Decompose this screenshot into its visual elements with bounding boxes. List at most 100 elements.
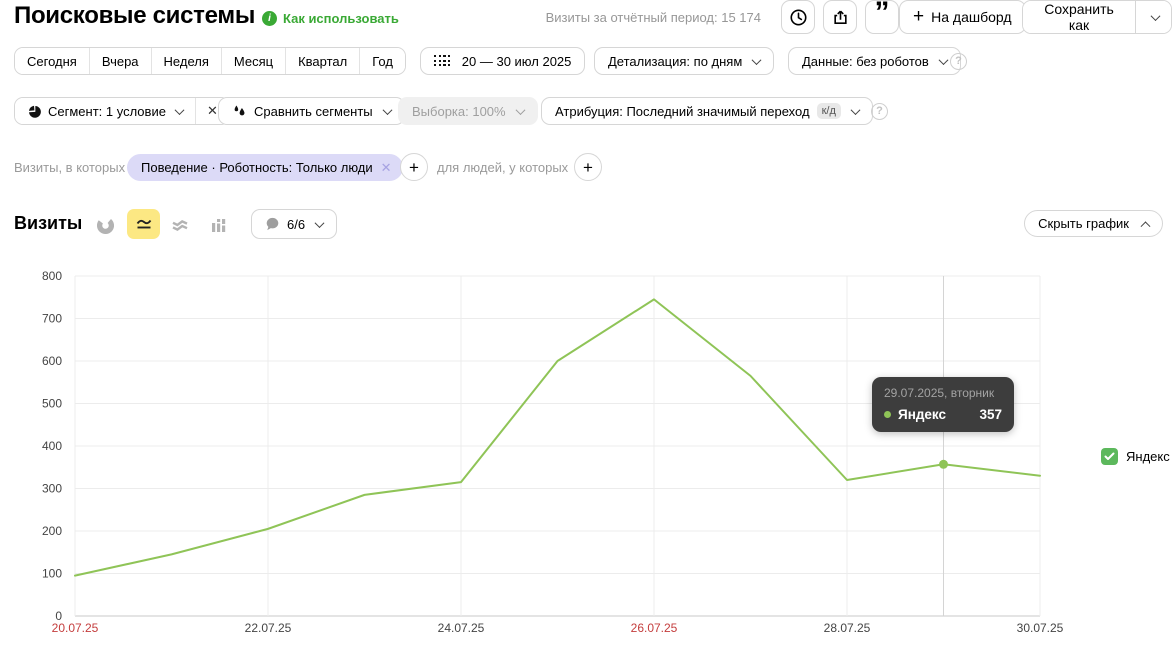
chevron-down-icon	[382, 104, 393, 115]
checkbox-checked-icon[interactable]	[1101, 448, 1118, 465]
speech-bubble-icon	[266, 217, 279, 231]
pie-chart-icon	[96, 216, 115, 235]
compare-segments-dropdown[interactable]: Сравнить сегменты	[218, 97, 405, 125]
calendar-grid-icon	[434, 54, 451, 67]
filter-chip-robots[interactable]: Поведение · Роботность: Только люди ✕	[127, 154, 403, 181]
help-icon[interactable]: ?	[950, 53, 967, 70]
hide-chart-label: Скрыть график	[1038, 216, 1129, 231]
chevron-down-icon	[850, 104, 861, 115]
annotations-button[interactable]: ”	[865, 0, 899, 34]
detail-label: Детализация: по дням	[608, 53, 743, 69]
how-to-use-label: Как использовать	[283, 11, 399, 26]
data-mode-dropdown[interactable]: Данные: без роботов	[788, 47, 961, 75]
info-icon: i	[262, 11, 277, 26]
chart-section-title: Визиты	[14, 213, 83, 233]
x-tick-label: 30.07.25	[1017, 621, 1064, 635]
yandex-metrica-report-page: Поисковые системы i Как использовать Виз…	[0, 0, 1172, 649]
date-range-label: 20 — 30 июл 2025	[461, 53, 572, 69]
chip-close-icon[interactable]: ✕	[381, 160, 392, 176]
y-tick-label: 500	[42, 397, 62, 411]
sampling-label: Выборка: 100%	[412, 103, 506, 119]
history-button[interactable]	[781, 0, 815, 34]
chevron-down-icon	[515, 104, 526, 115]
add-to-dashboard-button[interactable]: + На дашборд	[899, 0, 1026, 34]
compare-label: Сравнить сегменты	[254, 103, 373, 119]
droplets-icon	[234, 105, 245, 115]
line-chart-type-button[interactable]	[127, 209, 160, 239]
add-visit-condition-button[interactable]: +	[400, 153, 428, 181]
series-line-Яндекс[interactable]	[74, 298, 1041, 577]
date-preset-3[interactable]: Месяц	[220, 48, 286, 74]
y-tick-label: 300	[42, 482, 62, 496]
export-button[interactable]	[823, 0, 857, 34]
date-preset-4[interactable]: Квартал	[285, 48, 360, 74]
line-chart-icon	[136, 219, 151, 229]
plus-icon: +	[913, 6, 925, 27]
x-tick-label: 22.07.25	[245, 621, 292, 635]
segment-label: Сегмент: 1 условие	[48, 103, 166, 119]
y-tick-label: 800	[42, 269, 62, 283]
chevron-down-icon	[314, 217, 325, 228]
save-as-menu-button[interactable]	[1135, 1, 1171, 33]
pie-chart-type-button[interactable]	[96, 216, 116, 235]
close-icon: ✕	[206, 103, 218, 118]
attribution-label: Атрибуция: Последний значимый переход	[555, 103, 810, 119]
stacked-area-icon	[172, 220, 188, 232]
x-tick-label: 28.07.25	[824, 621, 871, 635]
quotes-icon: ”	[874, 0, 890, 29]
x-tick-label: 20.07.25	[52, 621, 99, 635]
date-preset-0[interactable]: Сегодня	[15, 48, 89, 74]
chevron-down-icon	[751, 54, 762, 65]
attribution-dropdown[interactable]: Атрибуция: Последний значимый переход к/…	[541, 97, 873, 125]
date-preset-group: Сегодня Вчера Неделя Месяц Квартал Год	[14, 47, 406, 75]
data-mode-label: Данные: без роботов	[802, 53, 929, 69]
y-tick-label: 600	[42, 354, 62, 368]
date-preset-1[interactable]: Вчера	[88, 48, 151, 74]
chevron-up-icon	[1140, 221, 1151, 232]
attribution-badge: к/д	[816, 103, 841, 119]
tooltip-series-name: Яндекс	[898, 407, 947, 422]
dashboard-label: На дашборд	[931, 9, 1012, 25]
page-title: Поисковые системы	[14, 2, 256, 29]
pie-segment-icon	[28, 105, 41, 118]
bar-chart-type-button[interactable]	[209, 216, 229, 234]
y-tick-label: 700	[42, 312, 62, 326]
y-tick-label: 400	[42, 439, 62, 453]
chart-tooltip: 29.07.2025, вторник Яндекс 357	[872, 377, 1014, 432]
visits-filter-label: Визиты, в которых	[14, 160, 126, 175]
metrics-selector-button[interactable]: 6/6	[251, 209, 338, 239]
x-tick-label: 26.07.25	[631, 621, 678, 635]
tooltip-value: 357	[979, 407, 1002, 422]
detail-dropdown[interactable]: Детализация: по дням	[594, 47, 775, 75]
people-filter-label: для людей, у которых	[437, 160, 569, 175]
columns-icon	[212, 219, 226, 232]
add-people-condition-button[interactable]: +	[574, 153, 602, 181]
hide-chart-button[interactable]: Скрыть график	[1024, 210, 1163, 237]
date-range-button[interactable]: 20 — 30 июл 2025	[420, 47, 586, 75]
y-tick-label: 100	[42, 567, 62, 581]
period-total: Визиты за отчётный период: 15 174	[545, 10, 761, 25]
date-preset-5[interactable]: Год	[359, 48, 405, 74]
legend-item-yandex[interactable]: Яндекс	[1101, 448, 1170, 465]
clock-icon	[789, 8, 807, 26]
segment-control: Сегмент: 1 условие ✕	[14, 97, 230, 125]
save-as-button[interactable]: Сохранить как	[1023, 1, 1135, 33]
chevron-down-icon	[1150, 10, 1161, 21]
visits-line-chart[interactable]: 010020030040050060070080020.07.25 22.07.2…	[0, 260, 1172, 649]
hover-point-marker[interactable]	[939, 459, 948, 469]
tooltip-date: 29.07.2025, вторник	[884, 386, 995, 400]
share-icon	[833, 10, 847, 24]
save-as-split-button: Сохранить как	[1022, 0, 1172, 34]
sampling-dropdown[interactable]: Выборка: 100%	[398, 97, 538, 125]
date-preset-2[interactable]: Неделя	[150, 48, 221, 74]
area-chart-type-button[interactable]	[170, 216, 190, 234]
how-to-use-link[interactable]: i Как использовать	[262, 11, 399, 26]
x-tick-label: 24.07.25	[438, 621, 485, 635]
chevron-down-icon	[938, 54, 949, 65]
legend-label: Яндекс	[1126, 449, 1170, 464]
segment-dropdown[interactable]: Сегмент: 1 условие	[15, 98, 195, 124]
filter-chip-label: Поведение · Роботность: Только люди	[141, 160, 373, 175]
series-dot-icon	[884, 411, 891, 418]
y-tick-label: 200	[42, 524, 62, 538]
help-icon[interactable]: ?	[871, 103, 888, 120]
